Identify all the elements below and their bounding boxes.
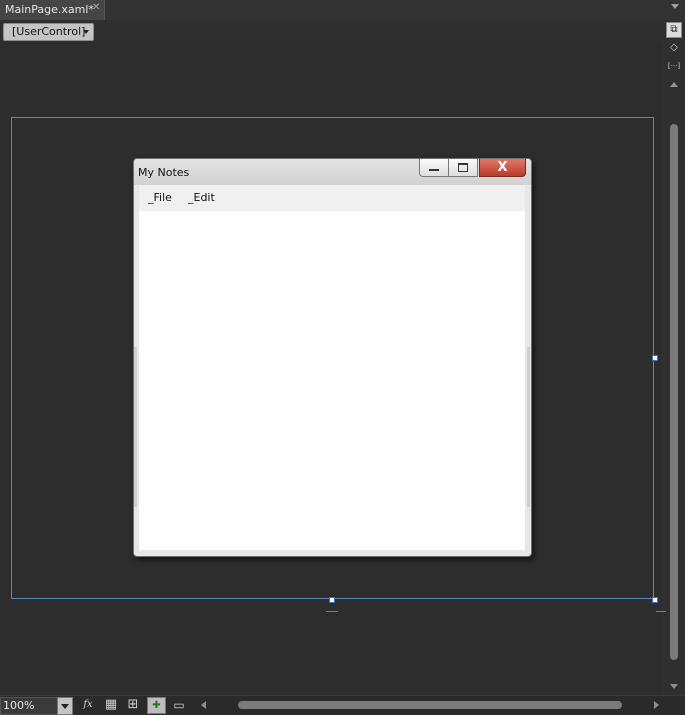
document-tab[interactable]: MainPage.xaml* ✕ [0, 0, 105, 20]
chevron-down-icon [83, 30, 89, 34]
document-tab-title: MainPage.xaml* [5, 3, 94, 16]
close-button[interactable]: X [479, 159, 526, 177]
annotation-icon[interactable]: ▭ [170, 697, 188, 713]
breadcrumb-label: [UserControl] [12, 25, 86, 38]
zoom-field[interactable]: 100% [0, 697, 58, 715]
xaml-view-icon[interactable]: ◇ [666, 40, 682, 56]
effects-icon[interactable]: fx [79, 697, 97, 713]
snap-gridlines-icon[interactable]: ⊞ [124, 697, 142, 713]
resize-handle-corner[interactable] [652, 597, 658, 603]
menu-bar: _File _Edit [139, 185, 525, 211]
notes-window[interactable]: My Notes X _File _Edit [133, 158, 532, 557]
scroll-up-icon[interactable] [670, 82, 678, 87]
notes-content-area[interactable] [139, 211, 525, 550]
breadcrumb[interactable]: [UserControl] [3, 23, 94, 41]
zoom-value: 100% [3, 699, 35, 712]
maximize-icon [458, 163, 468, 172]
vertical-scroll-thumb[interactable] [670, 124, 678, 660]
window-border-right [527, 347, 530, 507]
breadcrumb-bar: [UserControl] [0, 20, 662, 42]
snap-snaplines-icon[interactable]: ✚ [147, 697, 166, 714]
document-tab-strip: MainPage.xaml* ✕ [0, 0, 685, 21]
minimize-icon [429, 169, 439, 171]
maximize-button[interactable] [448, 159, 478, 177]
close-icon: X [497, 160, 508, 175]
zoom-dropdown-button[interactable] [57, 697, 73, 715]
margin-guide [326, 611, 338, 612]
resize-handle-right[interactable] [652, 355, 658, 361]
minimize-button[interactable] [419, 159, 449, 177]
window-border-left [134, 347, 137, 507]
window-title: My Notes [138, 166, 190, 179]
scroll-right-icon[interactable] [654, 701, 659, 709]
grid-icon[interactable]: ▦ [102, 697, 120, 713]
scroll-left-icon[interactable] [201, 701, 206, 709]
horizontal-scroll-thumb[interactable] [238, 701, 622, 709]
chevron-down-icon [61, 704, 69, 709]
margin-guide [656, 611, 666, 612]
menu-file[interactable]: _File [148, 191, 172, 204]
design-view-icon[interactable]: ⧉ [666, 22, 682, 38]
resize-handle-bottom[interactable] [329, 597, 335, 603]
menu-edit[interactable]: _Edit [188, 191, 215, 204]
split-view-icon[interactable]: [···] [666, 58, 682, 74]
close-icon[interactable]: ✕ [92, 2, 100, 13]
scroll-down-icon[interactable] [670, 684, 678, 689]
tab-overflow-icon[interactable] [671, 4, 679, 9]
title-bar[interactable]: My Notes X [134, 159, 531, 185]
status-bar: 100% fx ▦ ⊞ ✚ ▭ [0, 695, 685, 715]
